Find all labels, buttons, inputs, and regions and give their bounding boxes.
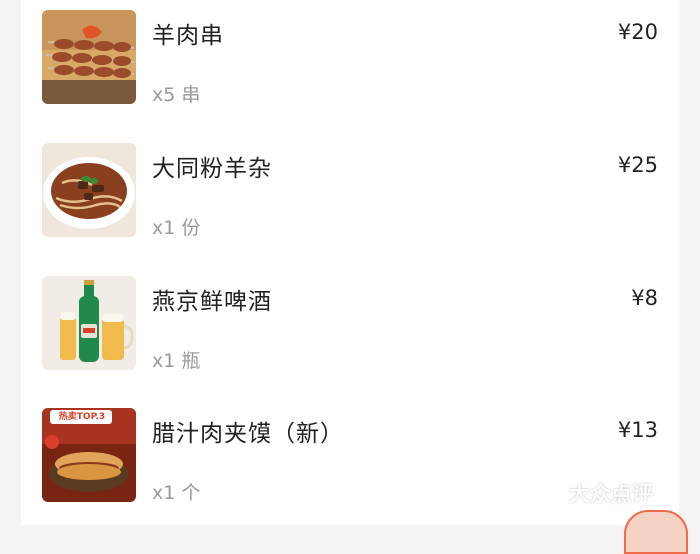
item-price: ¥13 bbox=[617, 418, 658, 442]
dianping-watermark: 大众点评 bbox=[535, 478, 653, 508]
item-name: 燕京鲜啤酒 bbox=[152, 289, 272, 315]
item-quantity: x1 瓶 bbox=[152, 350, 201, 372]
item-name: 羊肉串 bbox=[152, 23, 224, 49]
bestseller-badge: 热卖TOP.3 bbox=[58, 412, 106, 422]
dianping-logo-icon bbox=[537, 479, 563, 507]
item-quantity: x1 份 bbox=[152, 217, 201, 239]
roujiamo-image: 热卖TOP.3 bbox=[42, 408, 136, 502]
floating-mascot-icon[interactable] bbox=[624, 510, 688, 554]
order-item[interactable]: 羊肉串 x5 串 ¥20 bbox=[21, 10, 679, 106]
item-price: ¥20 bbox=[617, 20, 658, 44]
beer-image bbox=[42, 276, 136, 370]
lamb-skewers-image bbox=[42, 10, 136, 104]
order-item[interactable]: 大同粉羊杂 x1 份 ¥25 bbox=[21, 143, 679, 239]
lamb-offal-noodles-image bbox=[42, 143, 136, 237]
order-item[interactable]: 燕京鲜啤酒 x1 瓶 ¥8 bbox=[21, 276, 679, 372]
order-items-card: 羊肉串 x5 串 ¥20 大同粉羊杂 x1 份 ¥25 燕京鲜啤酒 x1 瓶 ¥… bbox=[21, 0, 679, 525]
item-price: ¥8 bbox=[631, 286, 658, 310]
item-name: 大同粉羊杂 bbox=[152, 156, 272, 182]
item-quantity: x1 个 bbox=[152, 482, 201, 504]
item-name: 腊汁肉夹馍（新） bbox=[152, 421, 344, 447]
item-quantity: x5 串 bbox=[152, 84, 201, 106]
item-price: ¥25 bbox=[617, 153, 658, 177]
watermark-text: 大众点评 bbox=[569, 482, 653, 506]
